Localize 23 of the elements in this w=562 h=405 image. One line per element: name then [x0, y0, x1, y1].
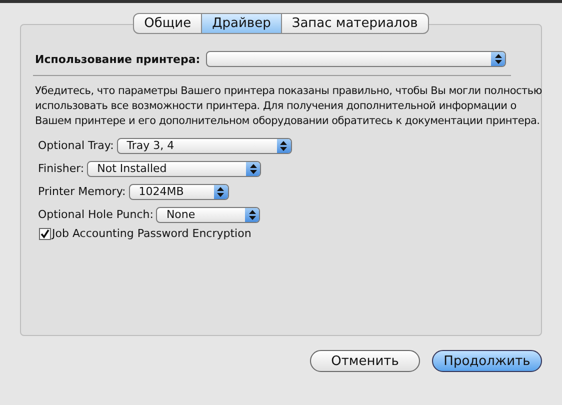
description-text: Убедитесь, что параметры Вашего принтера показаны правильно, чтобы Вы могли полностью использовать все возможности принтера. Для получения дополнительной информации о Вашем принтере и его дополнительном оборудовании обратитесь к документации принтера.: [35, 84, 543, 129]
stepper-arrows-icon: [491, 52, 506, 66]
option-label: Optional Hole Punch:: [38, 208, 154, 221]
option-label: Finisher:: [38, 162, 84, 175]
option-label: Optional Tray:: [38, 139, 114, 152]
stepper-arrows-icon: [245, 208, 260, 222]
option-dropdown[interactable]: 1024MB: [128, 184, 229, 200]
cancel-button[interactable]: Отменить: [310, 350, 420, 372]
tab[interactable]: Драйвер: [202, 13, 282, 34]
tab[interactable]: Общие: [133, 13, 202, 34]
option-dropdown[interactable]: None: [156, 206, 260, 222]
option-dropdown[interactable]: Not Installed: [87, 160, 262, 176]
option-dropdown[interactable]: Tray 3, 4: [116, 138, 292, 154]
stepper-arrows-icon: [214, 184, 228, 198]
stepper-arrows-icon: [276, 138, 291, 152]
continue-button[interactable]: Продолжить: [432, 350, 542, 372]
stepper-arrows-icon: [246, 162, 260, 176]
tab[interactable]: Запас материалов: [282, 13, 429, 34]
printer-usage-label: Использование принтера:: [35, 52, 200, 66]
option-label: Printer Memory:: [38, 185, 126, 198]
checkbox[interactable]: [39, 228, 51, 240]
checkbox-label: Job Accounting Password Encryption: [52, 227, 252, 240]
printer-usage-dropdown[interactable]: [206, 51, 506, 67]
